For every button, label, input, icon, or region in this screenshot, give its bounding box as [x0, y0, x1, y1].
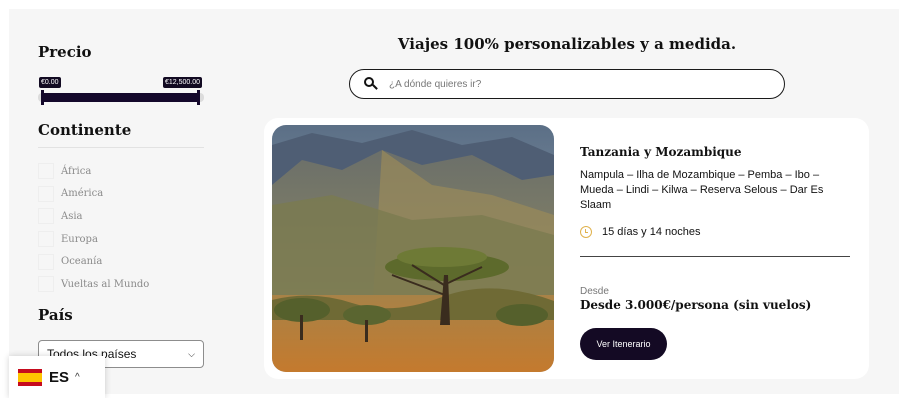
- continent-checkbox[interactable]: [38, 253, 54, 270]
- continent-label: África: [61, 165, 92, 177]
- trip-price: Desde 3.000€/persona (sin vuelos): [580, 298, 812, 312]
- trip-duration-text: 15 días y 14 noches: [602, 226, 701, 238]
- price-range-slider[interactable]: €0.00 €12,500.00: [38, 77, 204, 107]
- trip-title: Tanzania y Mozambique: [580, 145, 742, 159]
- continent-label: Oceanía: [61, 256, 103, 268]
- slider-handle-max[interactable]: [197, 90, 200, 105]
- continent-option-europa[interactable]: Europa: [38, 228, 149, 251]
- continent-label: América: [61, 188, 104, 200]
- continent-checkbox[interactable]: [38, 208, 54, 225]
- continent-option-africa[interactable]: África: [38, 160, 149, 183]
- continent-option-vueltas-al-mundo[interactable]: Vueltas al Mundo: [38, 273, 149, 296]
- page-headline: Viajes 100% personalizables y a medida.: [397, 35, 737, 53]
- language-code: ES: [49, 368, 70, 386]
- page-canvas: Precio €0.00 €12,500.00 Continente Áfric…: [9, 9, 899, 398]
- clock-icon: [580, 226, 592, 238]
- continent-checkbox[interactable]: [38, 231, 54, 248]
- price-from-label: Desde: [580, 286, 609, 297]
- destination-search[interactable]: [349, 69, 785, 99]
- continent-checkbox[interactable]: [38, 185, 54, 202]
- trip-duration: 15 días y 14 noches: [580, 226, 700, 238]
- continent-option-asia[interactable]: Asia: [38, 205, 149, 228]
- search-input[interactable]: [389, 78, 769, 90]
- trip-route: Nampula – Ilha de Mozambique – Pemba – I…: [580, 169, 824, 211]
- continent-divider: [38, 147, 204, 148]
- card-divider: [580, 256, 850, 257]
- trip-card: Tanzania y Mozambique Nampula – Ilha de …: [264, 118, 869, 379]
- slider-selected-range: [42, 93, 199, 102]
- price-min-label: €0.00: [39, 77, 61, 88]
- continent-list: África América Asia Europa Oceanía Vuelt…: [38, 160, 149, 296]
- language-switcher[interactable]: ES ^: [9, 356, 105, 398]
- price-max-label: €12,500.00: [162, 77, 202, 88]
- continent-label: Europa: [61, 233, 98, 245]
- price-filter-title: Precio: [38, 43, 92, 61]
- slider-handle-min[interactable]: [41, 90, 44, 105]
- continent-checkbox[interactable]: [38, 163, 54, 180]
- chevron-down-icon: ⌵: [188, 348, 195, 359]
- chevron-up-icon: ^: [75, 371, 80, 383]
- continent-checkbox[interactable]: [38, 276, 54, 293]
- continent-option-oceania[interactable]: Oceanía: [38, 250, 149, 273]
- continent-filter-title: Continente: [38, 121, 132, 139]
- continent-label: Asia: [61, 210, 83, 222]
- country-filter-title: País: [38, 306, 73, 324]
- continent-label: Vueltas al Mundo: [61, 278, 150, 290]
- trip-photo[interactable]: [272, 125, 554, 372]
- continent-option-america[interactable]: América: [38, 183, 149, 206]
- spain-flag-icon: [18, 368, 42, 386]
- savanna-landscape-image: [272, 125, 554, 372]
- search-icon: [364, 77, 378, 91]
- view-itinerary-button[interactable]: Ver Itenerario: [580, 328, 667, 360]
- filters-sidebar: Precio €0.00 €12,500.00 Continente Áfric…: [38, 9, 216, 394]
